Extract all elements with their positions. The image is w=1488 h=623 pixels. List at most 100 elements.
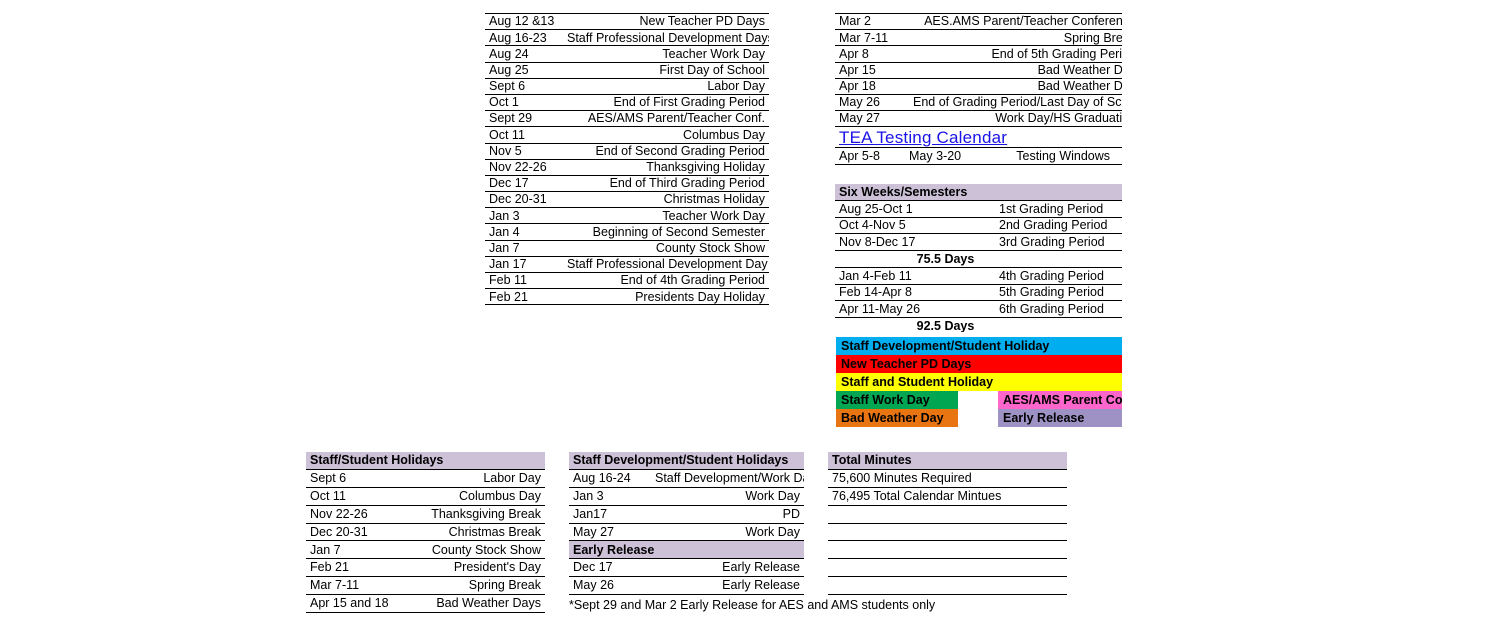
grading-period-label: 5th Grading Period — [995, 283, 1122, 302]
holidays-header: Staff/Student Holidays — [306, 452, 545, 471]
event-date: Sept 6 — [485, 77, 563, 95]
grading-period-range: Aug 25-Oct 1 — [835, 200, 995, 218]
events-table-right: Mar 2 AES.AMS Parent/Teacher Conference Ma… — [835, 13, 1122, 165]
minutes-blank-row — [828, 576, 1067, 595]
legend-new-teacher-pd-days: New Teacher PD Days — [836, 355, 1122, 373]
legend-row-new-teacher-pd: New Teacher PD Days — [836, 355, 1122, 373]
row-label: Early Release — [651, 576, 804, 595]
row-label: Work Day — [651, 523, 804, 542]
events-table-right-clip: Mar 2 AES.AMS Parent/Teacher Conference Ma… — [835, 13, 1122, 173]
color-legend: Staff Development/Student Holiday New Te… — [836, 337, 1122, 427]
event-date: Jan 7 — [485, 239, 563, 257]
event-date: Aug 24 — [485, 45, 563, 63]
event-row: Mar 7-11Spring Break — [835, 29, 1122, 47]
row-label: Labor Day — [414, 469, 545, 489]
event-date: Apr 15 — [835, 61, 909, 79]
row-date: Mar 7-11 — [306, 576, 414, 595]
event-label: Work Day/HS Graduation — [909, 110, 1122, 128]
row-date: May 27 — [569, 523, 651, 542]
event-label: Bad Weather Day — [909, 61, 1122, 79]
legend-row-bad-weather-early-release: Bad Weather Day Early Release — [836, 409, 1122, 427]
six-weeks-header: Six Weeks/Semesters — [835, 184, 1122, 201]
legend-aes-ams-parent-conference: AES/AMS Parent Conference — [998, 391, 1122, 409]
total-minutes-table: Total Minutes 75,600 Minutes Required 76,… — [828, 452, 1067, 595]
minutes-blank-row — [828, 558, 1067, 578]
event-label: End of First Grading Period — [563, 93, 769, 112]
holiday-row: Sept 6 Labor Day — [306, 469, 545, 489]
minutes-row: 75,600 Minutes Required — [828, 469, 1067, 489]
row-date: Jan17 — [569, 505, 651, 524]
event-date: Apr 18 — [835, 77, 909, 95]
row-label: PD — [651, 505, 804, 524]
grading-period-row: Apr 11-May 26 6th Grading Period — [835, 300, 1122, 319]
event-label: Christmas Holiday — [563, 191, 769, 209]
event-label: Thanksgiving Holiday — [563, 158, 769, 176]
staffdev-row: Jan17 PD — [569, 505, 804, 524]
holiday-row: Apr 15 and 18 Bad Weather Days — [306, 594, 545, 613]
tea-link-cell[interactable]: TEA Testing Calendar — [835, 126, 1122, 148]
event-row: Feb 11 End of 4th Grading Period — [485, 271, 769, 290]
event-date: May 26 — [835, 93, 909, 112]
staffdev-header-row: Staff Development/Student Holidays — [569, 452, 804, 471]
legend-row-staff-student-holiday: Staff and Student Holiday — [836, 373, 1122, 391]
event-row: Dec 17 End of Third Grading Period — [485, 174, 769, 193]
minutes-header-row: Total Minutes — [828, 452, 1067, 471]
event-label: AES.AMS Parent/Teacher Conference — [909, 13, 1122, 31]
calendar-summary-sheet: Aug 12 &13 New Teacher PD Days Aug 16-23 St… — [0, 0, 1488, 623]
row-label: Work Day — [651, 487, 804, 506]
grading-period-label: 6th Grading Period — [995, 300, 1122, 319]
early-release-row: May 26 Early Release — [569, 576, 804, 595]
six-weeks-clip: Six Weeks/Semesters Aug 25-Oct 1 1st Grad… — [835, 184, 1122, 332]
event-row: Aug 25 First Day of School — [485, 61, 769, 79]
grading-period-range: Apr 11-May 26 — [835, 300, 995, 319]
row-label: Columbus Day — [414, 487, 545, 506]
row-label: Christmas Break — [414, 523, 545, 542]
event-row: Oct 11 Columbus Day — [485, 126, 769, 144]
row-date: Sept 6 — [306, 469, 414, 489]
minutes-value: 76,495 Total Calendar Mintues — [828, 487, 1067, 506]
testing-window-1: Apr 5-8 — [835, 147, 909, 165]
event-label: Staff Professional Development Days — [563, 29, 769, 47]
event-date: Feb 11 — [485, 271, 563, 290]
event-row: Aug 24 Teacher Work Day — [485, 45, 769, 63]
tea-testing-calendar-link[interactable]: TEA Testing Calendar — [839, 128, 1007, 147]
row-date: Aug 16-24 — [569, 469, 651, 489]
testing-window-cell: May 3-20 Testing Windows — [909, 147, 1122, 165]
event-row: Dec 20-31 Christmas Holiday — [485, 191, 769, 209]
event-label: Spring Break — [909, 29, 1122, 47]
event-label: Columbus Day — [563, 126, 769, 144]
minutes-blank-cell — [828, 523, 1067, 542]
event-row: Jan 17 Staff Professional Development Day — [485, 255, 769, 274]
event-row: Sept 6 Labor Day — [485, 77, 769, 95]
grading-period-row: Oct 4-Nov 5 2nd Grading Period — [835, 216, 1122, 235]
row-date: Jan 3 — [569, 487, 651, 506]
staff-development-table: Staff Development/Student Holidays Aug 1… — [569, 452, 804, 595]
event-row: Apr 18Bad Weather Day — [835, 77, 1122, 95]
row-date: Apr 15 and 18 — [306, 594, 414, 613]
holiday-row: Dec 20-31 Christmas Break — [306, 523, 545, 542]
legend-staff-and-student-holiday: Staff and Student Holiday — [836, 373, 1122, 391]
grading-period-row: Nov 8-Dec 17 3rd Grading Period — [835, 233, 1122, 252]
event-label: Bad Weather Day — [909, 77, 1122, 95]
event-date: Nov 22-26 — [485, 158, 563, 176]
event-row: Nov 22-26 Thanksgiving Holiday — [485, 158, 769, 176]
six-weeks-table: Six Weeks/Semesters Aug 25-Oct 1 1st Grad… — [835, 184, 1122, 332]
testing-windows-row: Apr 5-8 May 3-20 Testing Windows — [835, 147, 1122, 165]
event-row: Apr 8 End of 5th Grading Period — [835, 45, 1122, 63]
holiday-row: Mar 7-11 Spring Break — [306, 576, 545, 595]
grading-period-label: 1st Grading Period — [995, 200, 1122, 218]
event-row: Aug 12 &13 New Teacher PD Days — [485, 12, 769, 31]
row-label: Thanksgiving Break — [414, 505, 545, 524]
event-label: Beginning of Second Semester — [563, 223, 769, 241]
event-date: Feb 21 — [485, 288, 563, 306]
event-label: End of Second Grading Period — [563, 142, 769, 160]
event-label: End of Grading Period/Last Day of School — [909, 93, 1122, 112]
row-label: Staff Development/Work Day — [651, 469, 804, 489]
event-row: Jan 3 Teacher Work Day — [485, 207, 769, 225]
event-row: Jan 7 County Stock Show — [485, 239, 769, 257]
holiday-row: Jan 7 County Stock Show — [306, 540, 545, 560]
legend-staff-work-day: Staff Work Day — [836, 391, 958, 409]
early-release-footnote: *Sept 29 and Mar 2 Early Release for AES… — [569, 598, 936, 612]
holiday-row: Feb 21 President's Day — [306, 558, 545, 578]
minutes-blank-cell — [828, 540, 1067, 560]
